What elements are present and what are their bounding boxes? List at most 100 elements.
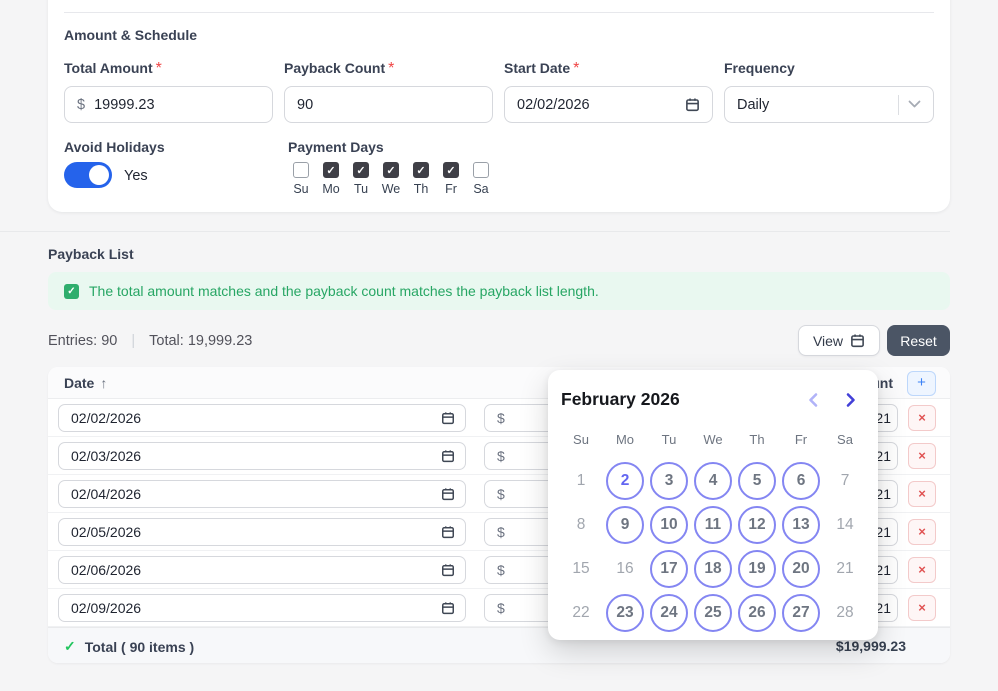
divider xyxy=(898,95,899,115)
calendar-day[interactable]: 17 xyxy=(647,547,691,591)
amount-schedule-card: Amount & Schedule Total Amount* $ 19999.… xyxy=(48,0,950,212)
calendar-day[interactable]: 23 xyxy=(603,591,647,635)
payment-day-checkbox-fr[interactable]: ✓ xyxy=(443,162,459,178)
total-amount-input[interactable]: $ 19999.23 xyxy=(64,86,273,123)
day-name: We xyxy=(691,432,735,447)
row-date-input[interactable]: 02/02/2026 xyxy=(58,404,466,432)
calendar-icon[interactable] xyxy=(685,97,700,112)
payback-count-input[interactable]: 90 xyxy=(284,86,493,123)
calendar-day[interactable]: 2 xyxy=(603,459,647,503)
calendar-day[interactable]: 4 xyxy=(691,459,735,503)
reset-button[interactable]: Reset xyxy=(887,325,950,356)
calendar-day[interactable]: 1 xyxy=(559,459,603,503)
total-amount-label: Total Amount xyxy=(64,60,153,76)
payment-day-checkbox-su[interactable]: ✓ xyxy=(293,162,309,178)
check-icon: ✓ xyxy=(64,284,79,299)
calendar-day[interactable]: 25 xyxy=(691,591,735,635)
calendar-icon[interactable] xyxy=(441,449,455,463)
calendar-week: 15 16 17 18 19 20 21 xyxy=(559,547,867,591)
calendar-day[interactable]: 28 xyxy=(823,591,867,635)
delete-row-button[interactable]: × xyxy=(908,443,936,469)
row-date-input[interactable]: 02/05/2026 xyxy=(58,518,466,546)
calendar-day[interactable]: 7 xyxy=(823,459,867,503)
calendar-day[interactable]: 27 xyxy=(779,591,823,635)
calendar-day[interactable]: 15 xyxy=(559,547,603,591)
toggle-knob xyxy=(89,165,109,185)
payment-day-label: Tu xyxy=(354,182,368,196)
previous-month-button[interactable] xyxy=(806,392,822,408)
currency-prefix: $ xyxy=(497,600,505,616)
calendar-day[interactable]: 19 xyxy=(735,547,779,591)
delete-row-button[interactable]: × xyxy=(908,405,936,431)
start-date-field: Start Date* xyxy=(504,60,713,78)
payback-count-field: Payback Count* xyxy=(284,60,493,78)
calendar-day[interactable]: 5 xyxy=(735,459,779,503)
required-marker: * xyxy=(388,60,394,77)
delete-row-button[interactable]: × xyxy=(908,557,936,583)
add-row-button[interactable]: + xyxy=(907,371,936,396)
day-name: Mo xyxy=(603,432,647,447)
calendar-day[interactable]: 26 xyxy=(735,591,779,635)
row-date-value: 02/04/2026 xyxy=(71,486,141,502)
calendar-icon[interactable] xyxy=(441,487,455,501)
calendar-day[interactable]: 12 xyxy=(735,503,779,547)
currency-prefix: $ xyxy=(497,486,505,502)
currency-prefix: $ xyxy=(497,410,505,426)
delete-row-button[interactable]: × xyxy=(908,481,936,507)
row-date-value: 02/05/2026 xyxy=(71,524,141,540)
summary-row: Entries: 90 | Total: 19,999.23 xyxy=(48,333,252,349)
calendar-icon[interactable] xyxy=(441,525,455,539)
calendar-day[interactable]: 20 xyxy=(779,547,823,591)
calendar-icon[interactable] xyxy=(441,601,455,615)
payment-day-label: Fr xyxy=(445,182,457,196)
calendar-day[interactable]: 6 xyxy=(779,459,823,503)
day-name: Fr xyxy=(779,432,823,447)
check-icon: ✓ xyxy=(64,638,76,655)
payment-day-sa: ✓ Sa xyxy=(469,162,493,196)
calendar-day[interactable]: 22 xyxy=(559,591,603,635)
calendar-icon xyxy=(850,333,865,348)
row-date-input[interactable]: 02/06/2026 xyxy=(58,556,466,584)
calendar-icon[interactable] xyxy=(441,411,455,425)
payment-day-checkbox-th[interactable]: ✓ xyxy=(413,162,429,178)
row-date-input[interactable]: 02/04/2026 xyxy=(58,480,466,508)
calendar-day[interactable]: 14 xyxy=(823,503,867,547)
calendar-day[interactable]: 3 xyxy=(647,459,691,503)
delete-row-button[interactable]: × xyxy=(908,519,936,545)
calendar-day[interactable]: 9 xyxy=(603,503,647,547)
delete-row-button[interactable]: × xyxy=(908,595,936,621)
next-month-button[interactable] xyxy=(842,392,858,408)
success-banner: ✓ The total amount matches and the payba… xyxy=(48,272,950,310)
row-date-input[interactable]: 02/03/2026 xyxy=(58,442,466,470)
row-date-input[interactable]: 02/09/2026 xyxy=(58,594,466,622)
check-icon: ✓ xyxy=(446,164,455,177)
calendar-day[interactable]: 24 xyxy=(647,591,691,635)
frequency-select[interactable]: Daily xyxy=(724,86,934,123)
calendar-day[interactable]: 18 xyxy=(691,547,735,591)
page: Amount & Schedule Total Amount* $ 19999.… xyxy=(0,0,998,691)
column-header-date[interactable]: Date↑ xyxy=(64,375,107,391)
sort-ascending-icon: ↑ xyxy=(100,375,107,391)
payment-day-checkbox-we[interactable]: ✓ xyxy=(383,162,399,178)
view-button[interactable]: View xyxy=(798,325,880,356)
start-date-input[interactable]: 02/02/2026 xyxy=(504,86,713,123)
calendar-day[interactable]: 11 xyxy=(691,503,735,547)
row-date-value: 02/03/2026 xyxy=(71,448,141,464)
calendar-day[interactable]: 16 xyxy=(603,547,647,591)
check-icon: ✓ xyxy=(326,164,335,177)
payment-day-label: We xyxy=(382,182,401,196)
day-name: Sa xyxy=(823,432,867,447)
calendar-day[interactable]: 21 xyxy=(823,547,867,591)
start-date-label: Start Date xyxy=(504,60,570,76)
payment-day-checkbox-sa[interactable]: ✓ xyxy=(473,162,489,178)
avoid-holidays-toggle[interactable] xyxy=(64,162,112,188)
calendar-day[interactable]: 10 xyxy=(647,503,691,547)
calendar-icon[interactable] xyxy=(441,563,455,577)
calendar-day[interactable]: 13 xyxy=(779,503,823,547)
payment-day-checkbox-mo[interactable]: ✓ xyxy=(323,162,339,178)
frequency-field: Frequency xyxy=(724,60,934,78)
footer-total-label: ✓Total ( 90 items ) xyxy=(64,638,194,655)
calendar-day[interactable]: 8 xyxy=(559,503,603,547)
calendar-week: 8 9 10 11 12 13 14 xyxy=(559,503,867,547)
payment-day-checkbox-tu[interactable]: ✓ xyxy=(353,162,369,178)
